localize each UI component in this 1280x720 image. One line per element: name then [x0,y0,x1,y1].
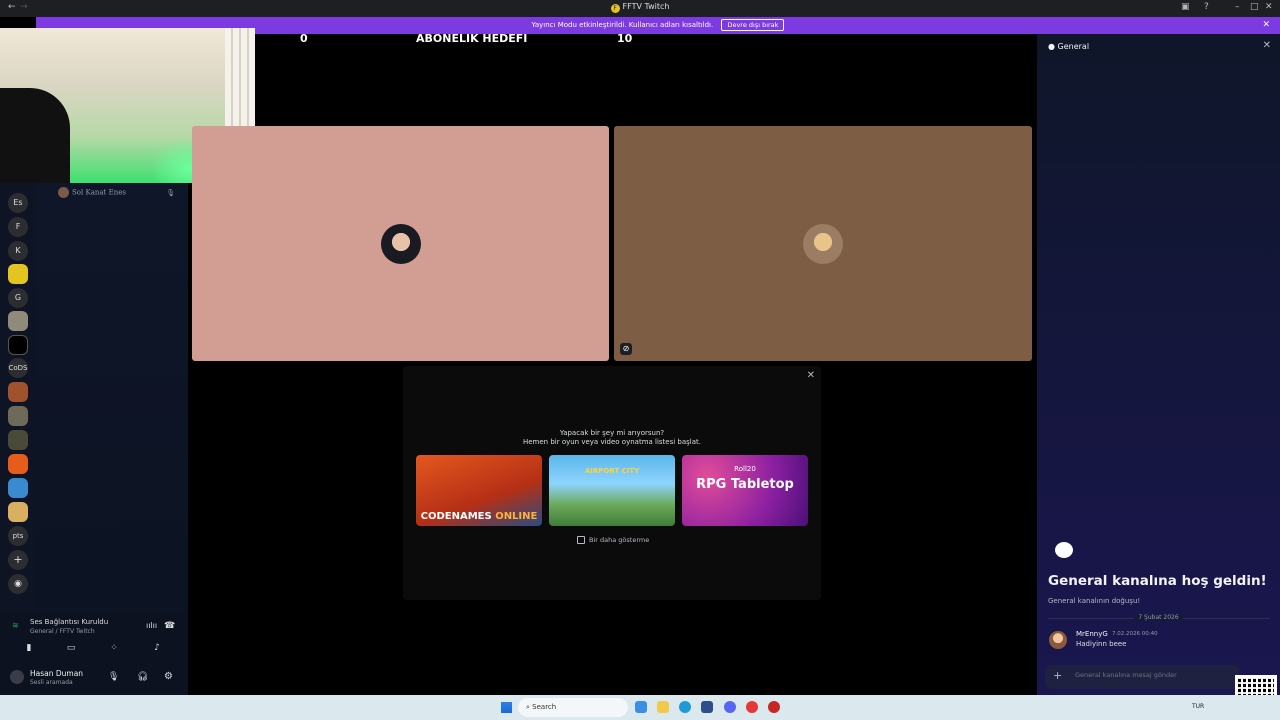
server-image-icon[interactable] [8,406,28,426]
sub-goal-target: 10 [617,32,633,45]
server-image-icon[interactable] [8,382,28,402]
channel-list [36,183,188,613]
server-cods[interactable]: CoDS [8,358,28,378]
activity-card-airport-city[interactable]: AIRPORT CITY [549,455,675,526]
message-text: Hadiyinn beee [1076,640,1127,648]
voice-location[interactable]: General / FFTV Twitch [30,628,95,635]
voice-channel-member[interactable]: Sol Kanat Enes 🎙︎ [58,187,175,198]
message-input[interactable] [1075,671,1225,679]
server-image-icon[interactable] [8,478,28,498]
date-label: 7 Şubat 2026 [1037,614,1280,621]
username[interactable]: Hasan Duman [30,669,83,678]
activity-question: Yapacak bir şey mi arıyorsun? [559,429,665,437]
activity-card-codenames[interactable]: CODENAMES ONLINE [416,455,542,526]
voice-status[interactable]: Ses Bağlantısı Kuruldu [30,618,108,626]
user-status: Sesli aramada [30,679,73,686]
activity-launcher: ✕ Yapacak bir şey mi arıyorsun? Hemen bi… [403,366,821,600]
activity-card-label: RPG Tabletop [696,477,794,492]
participant-tile[interactable]: ⊘ [614,126,1032,361]
server-pts[interactable]: pts [8,526,28,546]
server-k[interactable]: K [8,241,28,261]
taskbar-search[interactable]: ⌕ Search [518,698,628,717]
chrome-icon[interactable] [746,701,758,713]
banner-text: Yayıncı Modu etkinleştirildi. Kullanıcı … [531,21,714,29]
text-chat-panel: ● General ✕ General kanalına hoş geldin!… [1037,34,1280,695]
search-icon: ⌕ [526,703,530,711]
activity-close-icon[interactable]: ✕ [807,370,815,381]
activities-button[interactable]: ⁘ [99,643,129,657]
webcam-chair [0,88,70,183]
file-explorer-icon[interactable] [657,701,669,713]
disconnect-icon[interactable]: ☎ [164,621,175,631]
server-image-icon[interactable] [8,502,28,522]
attach-plus-icon[interactable]: + [1053,669,1062,682]
muted-icon: 🎙︎ [166,188,176,197]
checkbox-icon[interactable] [577,536,585,544]
settings-gear-icon[interactable]: ⚙ [164,671,173,682]
taskbar: ⌕ Search TUR [0,695,1280,720]
server-image-icon[interactable] [8,454,28,474]
input-language[interactable]: TUR [1192,703,1204,710]
discord-icon[interactable] [724,701,736,713]
channel-welcome-icon [1055,542,1073,558]
noise-suppression-icon[interactable]: ıılıı [146,621,157,630]
widgets-icon[interactable] [635,701,647,713]
participant-avatar [803,223,843,264]
inbox-icon[interactable]: ▣ [1181,2,1190,12]
add-server-icon[interactable]: + [8,550,28,570]
discover-icon[interactable]: ◉ [8,574,28,594]
message-composer: + [1045,665,1239,689]
server-rail: Es F K G CoDS pts + ◉ [0,183,36,613]
message-time: 7.02.2026 00:40 [1112,631,1158,637]
activity-card-label: CODENAMES ONLINE [420,511,538,522]
server-fftv-icon[interactable] [8,264,28,284]
store-icon[interactable] [701,701,713,713]
server-es[interactable]: Es [8,193,28,213]
screen-share-button[interactable]: ▭ [56,643,86,657]
disable-streamer-mode-button[interactable]: Devre dışı bırak [721,19,785,31]
signal-icon[interactable]: ≋ [12,621,19,630]
windows-start-icon[interactable] [501,702,512,713]
server-g[interactable]: G [8,288,28,308]
headphones-icon[interactable]: 🎧︎ [137,672,148,682]
activity-card-brand: Roll20 [734,465,756,473]
server-logo-icon: F [610,4,620,13]
dont-show-again-checkbox[interactable]: Bir daha gösterme [577,536,649,544]
window-close-icon[interactable]: ✕ [1265,2,1273,12]
activity-prompt: Hemen bir oyun veya video oynatma listes… [522,438,702,446]
voice-panel: ≋ Ses Bağlantısı Kuruldu General / FFTV … [0,613,188,695]
help-icon[interactable]: ? [1204,2,1209,12]
activity-card-label: AIRPORT CITY [584,467,640,475]
sub-goal-current: 0 [300,32,308,45]
participant-tile[interactable] [192,126,609,361]
welcome-subtitle: General kanalının doğuşu! [1048,597,1141,605]
camera-button[interactable]: ▮ [14,643,44,657]
chat-bubble-icon: ● [1048,42,1055,51]
activity-card-rpg-tabletop[interactable]: Roll20 RPG Tabletop [682,455,808,526]
member-avatar [58,187,69,198]
maximize-icon[interactable]: □ [1250,2,1259,12]
welcome-title: General kanalına hoş geldin! [1048,573,1267,589]
soundboard-button[interactable]: ♪ [142,643,172,657]
banner-close-icon[interactable]: ✕ [1262,17,1270,34]
server-image-icon[interactable] [8,430,28,450]
chat-header: ● General [1048,42,1090,51]
sub-goal-title: ABONELIK HEDEFI [416,32,528,45]
deafened-icon: ⊘ [620,343,632,355]
message-author[interactable]: MrEnnyG [1076,630,1108,638]
edge-icon[interactable] [679,701,691,713]
minimize-icon[interactable]: – [1235,2,1240,12]
participant-avatar [380,223,421,264]
avatar[interactable] [10,670,24,684]
chat-close-icon[interactable]: ✕ [1263,40,1271,51]
title-bar: ← → F FFTV Twitch ▣ ? – □ ✕ [0,0,1280,17]
window-title: F FFTV Twitch [0,2,1280,13]
message-avatar[interactable] [1049,631,1067,649]
server-g-icon[interactable] [8,335,28,355]
app-icon[interactable] [768,701,780,713]
microphone-icon[interactable]: 🎙︎ [108,672,119,682]
server-image-icon[interactable] [8,311,28,331]
server-f[interactable]: F [8,217,28,237]
